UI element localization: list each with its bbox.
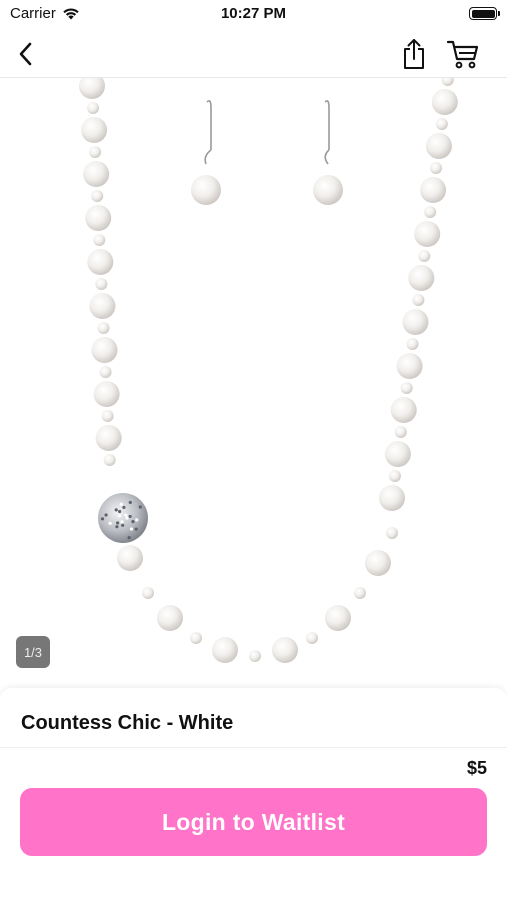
earring-right: [313, 100, 343, 205]
image-page-indicator: 1/3: [16, 636, 50, 668]
pearl-bead: [390, 397, 417, 423]
pearl-bead: [402, 309, 429, 335]
crystal-sparkle: [120, 520, 124, 524]
crystal-sparkle: [129, 527, 134, 531]
pearl-bead: [412, 294, 425, 306]
pearl-bead: [384, 441, 411, 467]
pearl-bead: [142, 587, 154, 599]
crystal-sparkle: [104, 513, 108, 517]
pearl-bead: [325, 605, 351, 631]
pearl-bead: [386, 527, 398, 539]
pearl-bead: [365, 550, 391, 576]
pearl-bead: [95, 278, 108, 290]
crystal-sparkle: [127, 535, 131, 540]
pearl-bead: [396, 353, 423, 379]
pearl-bead: [95, 425, 122, 451]
pearl-bead: [435, 118, 448, 130]
product-price: $5: [466, 758, 487, 778]
chevron-left-icon: [19, 42, 32, 66]
pearl-bead: [441, 78, 454, 86]
cart-button[interactable]: [443, 36, 483, 72]
crystal-sparkle: [115, 525, 119, 529]
pearl-bead: [89, 146, 102, 158]
crystal-sparkle: [125, 516, 129, 520]
pearl-bead: [99, 366, 112, 378]
pearl-bead: [103, 454, 116, 466]
status-time: 10:27 PM: [220, 5, 287, 22]
pearl-bead: [81, 117, 108, 143]
pearl-bead: [97, 322, 110, 334]
back-button[interactable]: [8, 36, 44, 72]
cart-icon: [446, 40, 479, 69]
crystal-sparkle: [108, 521, 112, 525]
pearl-bead: [431, 89, 458, 115]
pearl-bead: [354, 587, 366, 599]
crystal-sparkle: [128, 514, 132, 519]
pearl-bead: [157, 605, 183, 631]
status-bar: Carrier 10:27 PM: [0, 0, 507, 28]
crystal-sparkle: [124, 513, 128, 517]
pearl-bead: [414, 221, 441, 247]
crystal-sparkle: [118, 509, 122, 514]
pearl-bead: [117, 545, 143, 571]
battery-icon: [469, 7, 500, 20]
pearl-bead: [87, 102, 100, 114]
share-button[interactable]: [396, 36, 432, 72]
share-icon: [404, 39, 424, 69]
crystal-sparkle: [128, 500, 132, 505]
pearl-bead: [418, 250, 431, 262]
pearl-bead: [190, 632, 202, 644]
crystal-sparkle: [131, 520, 135, 524]
pearl-bead: [93, 381, 120, 407]
pearl-bead: [306, 632, 318, 644]
pearl-bead: [91, 190, 104, 202]
crystal-sparkle: [100, 517, 105, 521]
login-to-waitlist-button[interactable]: Login to Waitlist: [20, 788, 487, 856]
pearl-bead: [420, 177, 447, 203]
pearl-bead: [79, 78, 105, 99]
pearl-bead: [83, 161, 110, 187]
crystal-sparkle: [138, 505, 142, 509]
pearl-bead: [272, 637, 298, 663]
pearl-bead: [93, 234, 106, 246]
pearl-bead: [91, 337, 118, 363]
crystal-sparkle: [117, 514, 122, 518]
pearl-bead: [101, 410, 114, 422]
earring-left: [191, 100, 221, 205]
pearl-bead: [406, 338, 419, 350]
pearl-bead: [249, 650, 261, 662]
pearl-bead: [85, 205, 112, 231]
crystal-sparkle: [116, 521, 120, 525]
pearl-bead: [394, 426, 407, 438]
product-image[interactable]: [0, 78, 507, 690]
crystal-bead: [98, 493, 148, 543]
nav-bar: [0, 28, 507, 78]
crystal-sparkle: [134, 527, 138, 531]
crystal-sparkle: [122, 505, 126, 510]
pearl-bead: [388, 470, 401, 482]
product-title: Countess Chic - White: [21, 712, 234, 734]
crystal-sparkle: [121, 523, 125, 527]
pearl-bead: [430, 162, 442, 174]
crystal-sparkle: [135, 518, 139, 522]
necklace-image: [79, 78, 458, 663]
pearl-bead: [400, 382, 413, 394]
crystal-sparkle: [119, 502, 123, 506]
pearl-bead: [212, 637, 238, 663]
pearl-bead: [87, 249, 114, 275]
pearl-bead: [89, 293, 116, 319]
pearl-bead: [379, 485, 405, 511]
pearl-bead: [408, 265, 435, 291]
pearl-bead: [425, 133, 452, 159]
pearl-bead: [424, 206, 437, 218]
battery-fill: [471, 9, 495, 18]
crystal-sparkle: [114, 508, 118, 512]
